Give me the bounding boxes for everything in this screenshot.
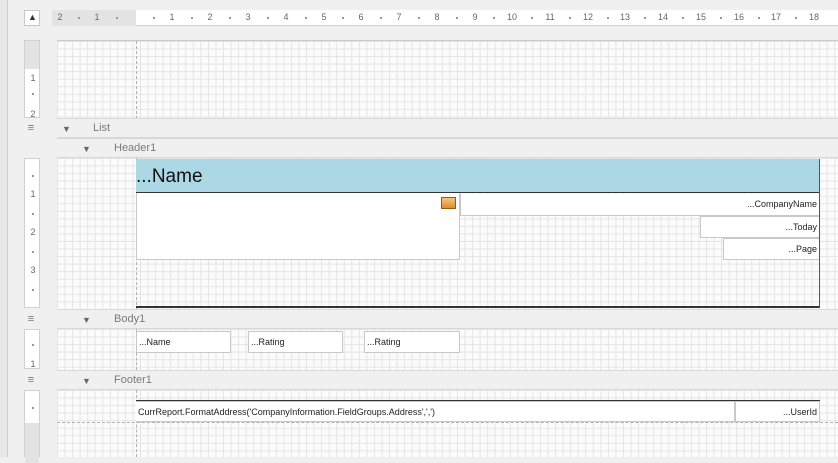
ruler-label: 18 (808, 12, 820, 22)
ruler-label: 7 (396, 12, 402, 22)
footer-band-bar[interactable]: ▼ Footer1 (57, 370, 838, 390)
header-bottom-line (136, 306, 820, 308)
ruler-label: 17 (770, 12, 782, 22)
ruler-label: 1 (30, 359, 36, 369)
ruler-label: 6 (358, 12, 364, 22)
today-field[interactable]: ...Today (700, 216, 820, 238)
ruler-label: 8 (434, 12, 440, 22)
horizontal-ruler: 2 1 1 2 3 4 5 6 7 8 9 10 11 12 13 14 15 … (52, 10, 838, 26)
left-scroll-border (0, 0, 8, 457)
ruler-label: 13 (619, 12, 631, 22)
ruler-label: 2 (30, 227, 36, 237)
footer-userid-field[interactable]: ...UserId (735, 401, 820, 422)
vertical-ruler-top-section: 1 2 (24, 40, 40, 119)
ruler-label: 12 (582, 12, 594, 22)
ruler-label: 3 (245, 12, 251, 22)
footer-address-field[interactable]: CurrReport.FormatAddress('CompanyInforma… (136, 401, 735, 422)
page-field[interactable]: ...Page (723, 238, 820, 260)
ruler-label: 9 (472, 12, 478, 22)
report-title-text: ...Name (136, 166, 203, 187)
image-icon (441, 197, 456, 209)
ruler-label: 1 (30, 73, 36, 83)
body-band-grip-icon[interactable]: ≡ (26, 313, 36, 325)
vertical-ruler-header-section: 1 2 3 (24, 158, 40, 308)
ruler-label: 5 (321, 12, 327, 22)
company-name-field[interactable]: ...CompanyName (460, 194, 820, 216)
collapse-triangle-icon[interactable]: ▼ (82, 376, 91, 386)
collapse-triangle-icon[interactable]: ▼ (62, 124, 71, 134)
ruler-label: 14 (657, 12, 669, 22)
ruler-label: 2 (30, 109, 36, 119)
ruler-label: 11 (545, 12, 555, 22)
header-band-bar[interactable]: ▼ Header1 (57, 138, 838, 158)
body-rating-field[interactable]: ...Rating (248, 331, 343, 353)
triangle-up-icon: ▲ (28, 12, 37, 22)
list-band-bar[interactable]: ▼ List (57, 118, 838, 138)
ruler-label: 2 (57, 12, 63, 22)
body-band-bar[interactable]: ▼ Body1 (57, 309, 838, 329)
body-band-label: Body1 (114, 313, 146, 325)
ruler-label: 3 (30, 265, 36, 275)
ruler-label: 4 (283, 12, 289, 22)
ruler-label: 1 (169, 12, 175, 22)
ruler-label: 16 (733, 12, 745, 22)
footer-band-grip-icon[interactable]: ≡ (26, 374, 36, 386)
ruler-label: 1 (94, 12, 100, 22)
list-band-grip-icon[interactable]: ≡ (26, 122, 36, 134)
header-right-edge (819, 159, 820, 308)
ruler-label: 2 (207, 12, 213, 22)
ruler-label: 10 (506, 12, 518, 22)
collapse-triangle-icon[interactable]: ▼ (82, 144, 91, 154)
ruler-label: 1 (30, 189, 36, 199)
report-title-field[interactable]: ...Name (136, 159, 819, 193)
list-band-label: List (93, 122, 111, 134)
page-top-section[interactable] (57, 40, 838, 119)
ruler-label: 15 (695, 12, 707, 22)
header-band-label: Header1 (114, 142, 157, 154)
ruler-corner[interactable]: ▲ (24, 10, 40, 26)
vertical-ruler-footer-section (24, 390, 40, 463)
vertical-ruler-body-section: 1 (24, 329, 40, 369)
body-rating-field[interactable]: ...Rating (364, 331, 460, 353)
body-name-field[interactable]: ...Name (136, 331, 231, 353)
footer-band-label: Footer1 (114, 374, 152, 386)
company-picture-box[interactable] (136, 193, 460, 260)
collapse-triangle-icon[interactable]: ▼ (82, 315, 91, 325)
